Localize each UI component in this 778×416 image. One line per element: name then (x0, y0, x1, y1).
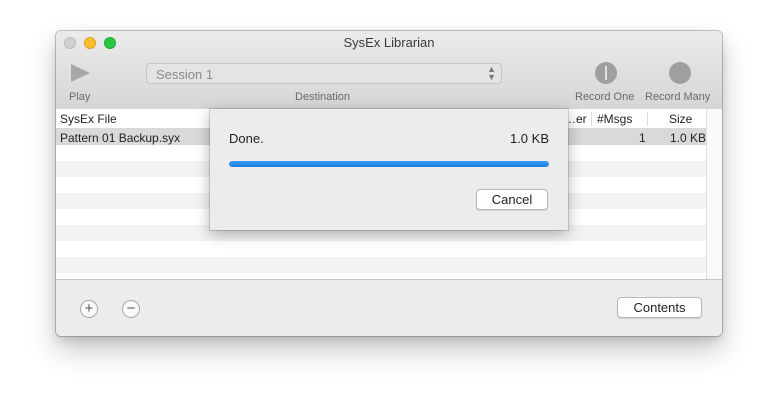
record-many-icon[interactable] (669, 62, 691, 84)
vertical-scrollbar[interactable] (706, 109, 722, 279)
empty-row (56, 241, 706, 257)
destination-select[interactable]: Session 1 ▲ ▼ (146, 63, 502, 84)
column-header-msgs[interactable]: #Msgs (597, 112, 632, 126)
column-separator (591, 112, 592, 126)
add-icon[interactable]: + (80, 300, 98, 318)
column-separator (647, 112, 648, 126)
column-header-file[interactable]: SysEx File (60, 112, 117, 126)
progress-status: Done. (229, 131, 264, 146)
cell-size: 1.0 KB (670, 131, 707, 145)
progress-bar (229, 161, 549, 167)
progress-fill (229, 161, 549, 167)
window-title: SysEx Librarian (343, 35, 435, 50)
record-one-bar (605, 66, 607, 80)
play-label: Play (69, 91, 91, 103)
sysex-librarian-window: SysEx Librarian Play Session 1 ▲ ▼ Destin… (56, 31, 722, 336)
cancel-button[interactable]: Cancel (476, 189, 548, 210)
record-one-icon[interactable] (595, 62, 617, 84)
record-one-label: Record One (575, 91, 635, 103)
progress-size: 1.0 KB (509, 131, 549, 146)
cell-file: Pattern 01 Backup.syx (60, 131, 181, 145)
empty-row (56, 257, 706, 273)
column-header-size[interactable]: Size (669, 112, 692, 126)
record-many-label: Record Many (645, 91, 711, 103)
remove-icon[interactable]: − (122, 300, 140, 318)
contents-button[interactable]: Contents (617, 297, 702, 318)
destination-label: Destination (295, 91, 351, 103)
progress-sheet: Done. 1.0 KB Cancel (210, 109, 568, 230)
bottom-bar: + − Contents (56, 279, 722, 336)
popup-arrows-icon: ▲ ▼ (487, 64, 496, 82)
toolbar: SysEx Librarian Play Session 1 ▲ ▼ Destin… (56, 31, 722, 110)
play-icon[interactable] (71, 64, 90, 82)
destination-value: Session 1 (156, 67, 214, 82)
cell-msgs: 1 (639, 131, 646, 145)
